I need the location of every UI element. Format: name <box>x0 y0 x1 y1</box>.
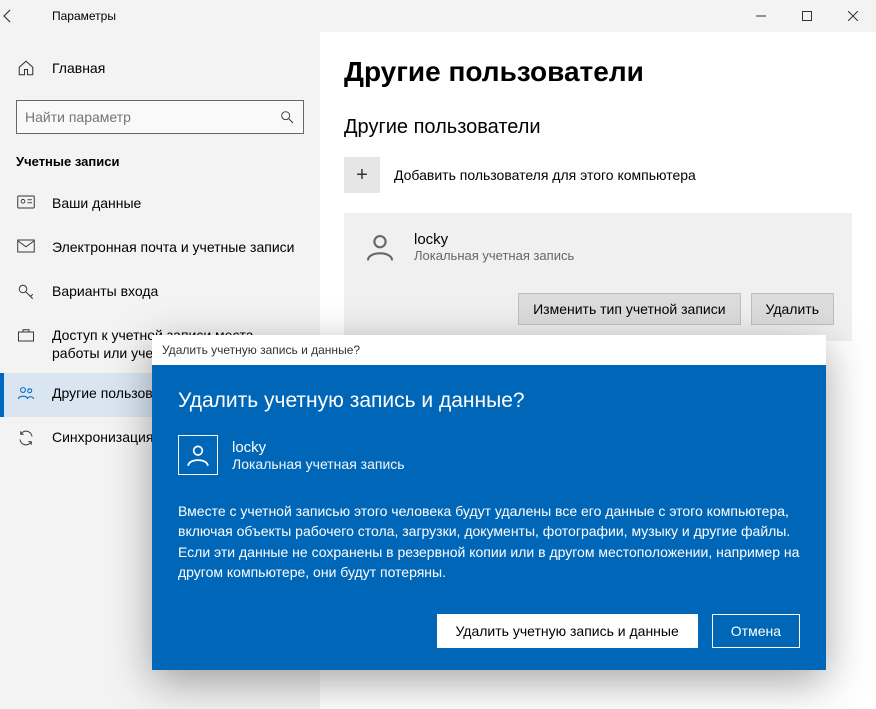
home-nav[interactable]: Главная <box>0 48 320 88</box>
sidebar-item-signin-options[interactable]: Варианты входа <box>0 271 320 315</box>
dialog-user-name: locky <box>232 439 405 456</box>
sidebar-item-your-info[interactable]: Ваши данные <box>0 183 320 227</box>
maximize-button[interactable] <box>784 0 830 32</box>
dialog-user-type: Локальная учетная запись <box>232 456 405 472</box>
minimize-button[interactable] <box>738 0 784 32</box>
plus-icon: + <box>344 157 380 193</box>
home-label: Главная <box>52 60 105 76</box>
search-box[interactable] <box>16 100 304 134</box>
sync-icon <box>16 428 36 447</box>
briefcase-icon <box>16 326 36 343</box>
people-icon <box>16 384 36 401</box>
back-button[interactable] <box>0 8 48 24</box>
user-type: Локальная учетная запись <box>414 248 574 263</box>
home-icon <box>16 59 36 77</box>
add-user-button[interactable]: + Добавить пользователя для этого компью… <box>344 157 852 193</box>
sidebar-item-label: Ваши данные <box>52 194 141 212</box>
confirm-delete-button[interactable]: Удалить учетную запись и данные <box>437 614 698 648</box>
key-icon <box>16 282 36 301</box>
search-input[interactable] <box>25 109 279 125</box>
delete-account-dialog: Удалить учетную запись и данные? Удалить… <box>152 335 826 670</box>
sidebar-section-title: Учетные записи <box>0 154 320 183</box>
page-title: Другие пользователи <box>344 56 852 88</box>
change-account-type-button[interactable]: Изменить тип учетной записи <box>518 293 740 325</box>
search-icon <box>279 109 295 125</box>
id-card-icon <box>16 194 36 209</box>
sidebar-item-email-accounts[interactable]: Электронная почта и учетные записи <box>0 227 320 271</box>
dialog-heading: Удалить учетную запись и данные? <box>178 389 800 413</box>
section-heading: Другие пользователи <box>344 116 852 139</box>
add-user-label: Добавить пользователя для этого компьюте… <box>394 167 696 183</box>
user-name: locky <box>414 231 574 248</box>
close-button[interactable] <box>830 0 876 32</box>
mail-icon <box>16 238 36 253</box>
sidebar-item-label: Варианты входа <box>52 282 158 300</box>
avatar-icon <box>362 229 398 265</box>
title-bar: Параметры <box>0 0 876 32</box>
cancel-button[interactable]: Отмена <box>712 614 800 648</box>
window-title: Параметры <box>48 9 116 23</box>
delete-user-button[interactable]: Удалить <box>751 293 834 325</box>
dialog-message: Вместе с учетной записью этого человека … <box>178 501 800 582</box>
user-card[interactable]: locky Локальная учетная запись Изменить … <box>344 213 852 341</box>
dialog-titlebar: Удалить учетную запись и данные? <box>152 335 826 365</box>
sidebar-item-label: Электронная почта и учетные записи <box>52 238 294 256</box>
avatar-icon <box>178 435 218 475</box>
